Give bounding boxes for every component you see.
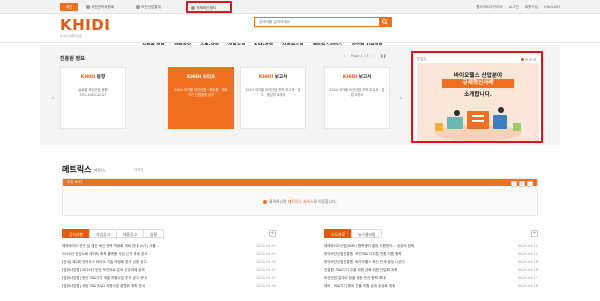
metrics-label: 주간 HOT [67, 180, 83, 184]
prev-arrow-icon[interactable]: ‹ [344, 54, 345, 58]
metrics-more-link[interactable]: 더보기 [134, 167, 143, 172]
press-tabs: 보도자료 뉴스클리핑 [324, 229, 383, 238]
card-text: 글로벌 보건산업 동향 VOL.2025.04.07 [78, 88, 108, 97]
card-text: 2024 국가별 보건산업 전략 보고서 · 호주 · 중남미 8개국 [245, 88, 301, 97]
nav-divider [0, 42, 600, 43]
list-item[interactable]: 진흥원, 의료기기 수출 지원 강화 위한 간담회 개최 2025.04.18 [324, 266, 538, 274]
hero-prev-arrow-icon[interactable]: ‹ [50, 93, 56, 103]
pause-icon[interactable]: ॥ [519, 181, 525, 187]
list-item[interactable]: 한국보건산업진흥원, 보건의료 디지털 전환 지원 협력 2025.04.21 [324, 250, 538, 258]
search-button[interactable] [379, 18, 391, 26]
search-icon [382, 19, 388, 25]
notice-list: 제약바이오 연구 및 생산 혁신 전략 박람회 개최 안내 (5/7) 사흘… 2… [62, 242, 276, 290]
hero-pager: ‹ Page 1 / 3 › ❚❚ [344, 54, 387, 58]
tab-business[interactable]: 사업공고 [88, 229, 117, 238]
top-link-0[interactable]: 국민권익위원회 [86, 3, 114, 11]
list-item[interactable]: 제약바이오산업(SME) 협력센터 출범 지원한다… 공공의 정책 2025.04… [324, 242, 538, 250]
popup-label: 팝업존 [417, 57, 427, 61]
list-item[interactable]: [안내] 제2회 인하우스 바이오 기술 박람회 참가 신청 공고 2025.04… [62, 258, 276, 266]
regulation-banner[interactable]: 바이오헬스 산업분야 규제혁신사례 소개합니다. [417, 63, 539, 141]
link-icon [191, 6, 195, 10]
metrics-panel: 주간 HOT ‹ ॥ › 클릭하시면 메트릭스 서비스로 이동합니다. [62, 178, 538, 216]
home-button[interactable]: 메인 [60, 3, 78, 11]
top-link-1[interactable]: 보건산업통계 [136, 3, 161, 11]
list-item[interactable]: 보건산업 일자리 창출 위한 민관 협력 확대 2025.04.17 [324, 274, 538, 282]
tab-recruit[interactable]: 채용공고 [115, 229, 144, 238]
top-link-regulation-center[interactable]: 규제혁신센터 [191, 4, 216, 12]
press-panel: 보도자료 뉴스클리핑 + 제약바이오산업(SME) 협력센터 출범 지원한다… 공… [324, 229, 538, 301]
next-arrow-icon[interactable]: › [374, 54, 375, 58]
tab-bid[interactable]: 입찰 [142, 229, 164, 238]
list-item[interactable]: [방위사업청] 방산 의료기기 개발 지원사업 추가 공고 안내 2025.04.… [62, 274, 276, 282]
popup-zone-highlight: 팝업존 바이오헬스 산업분야 규제혁신사례 소개합니다. [411, 51, 543, 143]
login-link[interactable]: 로그인 [509, 5, 519, 9]
archive-link[interactable]: 웹사이트아카이브 [476, 5, 502, 9]
site-logo[interactable]: KHIDI 한국보건산업진흥원 [60, 17, 110, 38]
hero-next-arrow-icon[interactable]: › [398, 93, 404, 103]
info-icon [263, 200, 268, 204]
card-text: 2024 국가별 보건산업 전략 보고서 · 유럽 8개국 [329, 88, 385, 97]
notice-panel: 공지사항 사업공고 채용공고 입찰 + 제약바이오 연구 및 생산 혁신 전략 박람회… [62, 229, 276, 301]
banner-line-3: 소개합니다. [464, 92, 492, 98]
english-link[interactable]: ENGLISH [544, 5, 560, 9]
next-icon[interactable]: › [527, 181, 533, 187]
signup-link[interactable]: 회원가입 [525, 5, 538, 9]
top-utility-bar: 메인 국민권익위원회 보건산업통계 규제혁신센터 웹사이트아카이브 로그인 회원… [0, 0, 600, 14]
list-item[interactable]: [방위사업청] 국방 의료 R&D 지원사업 설명회 개최 안내 2025.04.… [62, 282, 276, 290]
hero-title: 진흥원 정보 [60, 56, 85, 62]
list-item[interactable]: 한국보건산업진흥원, 바이오헬스 혁신 인재 양성 나선다 2025.04.18 [324, 258, 538, 266]
pause-icon[interactable]: ❚❚ [380, 54, 386, 58]
popup-pagination[interactable] [520, 57, 536, 62]
more-plus-icon[interactable]: + [269, 230, 276, 237]
top-right-links: 웹사이트아카이브 로그인 회원가입 ENGLISH [471, 3, 560, 11]
info-card-1[interactable]: KHIDI 브리프 2024 국가별 보건산업 · 화장품 · 의료기기 산업동… [168, 67, 234, 129]
link-icon [136, 5, 140, 9]
metrics-section-title: 메트릭스 서비스 [62, 165, 106, 174]
tab-notice[interactable]: 공지사항 [62, 229, 90, 238]
logo-wordmark: KHIDI [60, 16, 111, 34]
banner-line-2: 규제혁신사례 [442, 79, 514, 88]
regulation-center-highlight: 규제혁신센터 [186, 1, 232, 13]
info-card-0[interactable]: KHIDI 동향 글로벌 보건산업 동향 VOL.2025.04.07 [60, 67, 126, 129]
banner-illustration [434, 107, 522, 141]
card-text: 2024 국가별 보건산업 · 화장품 · 의료기기 산업동향 분석 [174, 88, 228, 97]
metrics-controls: ‹ ॥ › [509, 181, 533, 187]
metrics-notice[interactable]: 클릭하시면 메트릭스 서비스로 이동합니다. [63, 199, 537, 205]
prev-icon[interactable]: ‹ [511, 181, 517, 187]
list-item[interactable]: [방위사업청] 2025년 방산 보건의료 분야 신규과제 공모 2025.04.… [62, 266, 276, 274]
link-icon [86, 5, 90, 9]
list-item[interactable]: 제약바이오 연구 및 생산 혁신 전략 박람회 개최 안내 (5/7) 사흘… 2… [62, 242, 276, 250]
info-card-3[interactable]: KHIDI 보고서 2024 국가별 보건산업 전략 보고서 · 유럽 8개국 [324, 67, 390, 129]
search-box [254, 17, 392, 27]
banner-line-1: 바이오헬스 산업분야 [453, 73, 503, 79]
logo-subtitle: 한국보건산업진흥원 [60, 35, 82, 38]
list-item[interactable]: 제약 · 의료기기 해외 진출 지원 성과 공유회 개최 2025.04.16 [324, 282, 538, 290]
press-list: 제약바이오산업(SME) 협력센터 출범 지원한다… 공공의 정책 2025.04… [324, 242, 538, 290]
tab-press[interactable]: 보도자료 [324, 229, 352, 238]
tab-clipping[interactable]: 뉴스클리핑 [350, 229, 383, 238]
search-input[interactable] [259, 18, 377, 26]
notice-tabs: 공지사항 사업공고 채용공고 입찰 [62, 229, 164, 238]
info-card-2[interactable]: KHIDI 보고서 2024 국가별 보건산업 전략 보고서 · 호주 · 중남… [240, 67, 306, 129]
more-plus-icon[interactable]: + [531, 230, 538, 237]
list-item[interactable]: 2025년 건강노화 데이터 축적 플랫폼 사업 신규 과제 공고 2025.04… [62, 250, 276, 258]
